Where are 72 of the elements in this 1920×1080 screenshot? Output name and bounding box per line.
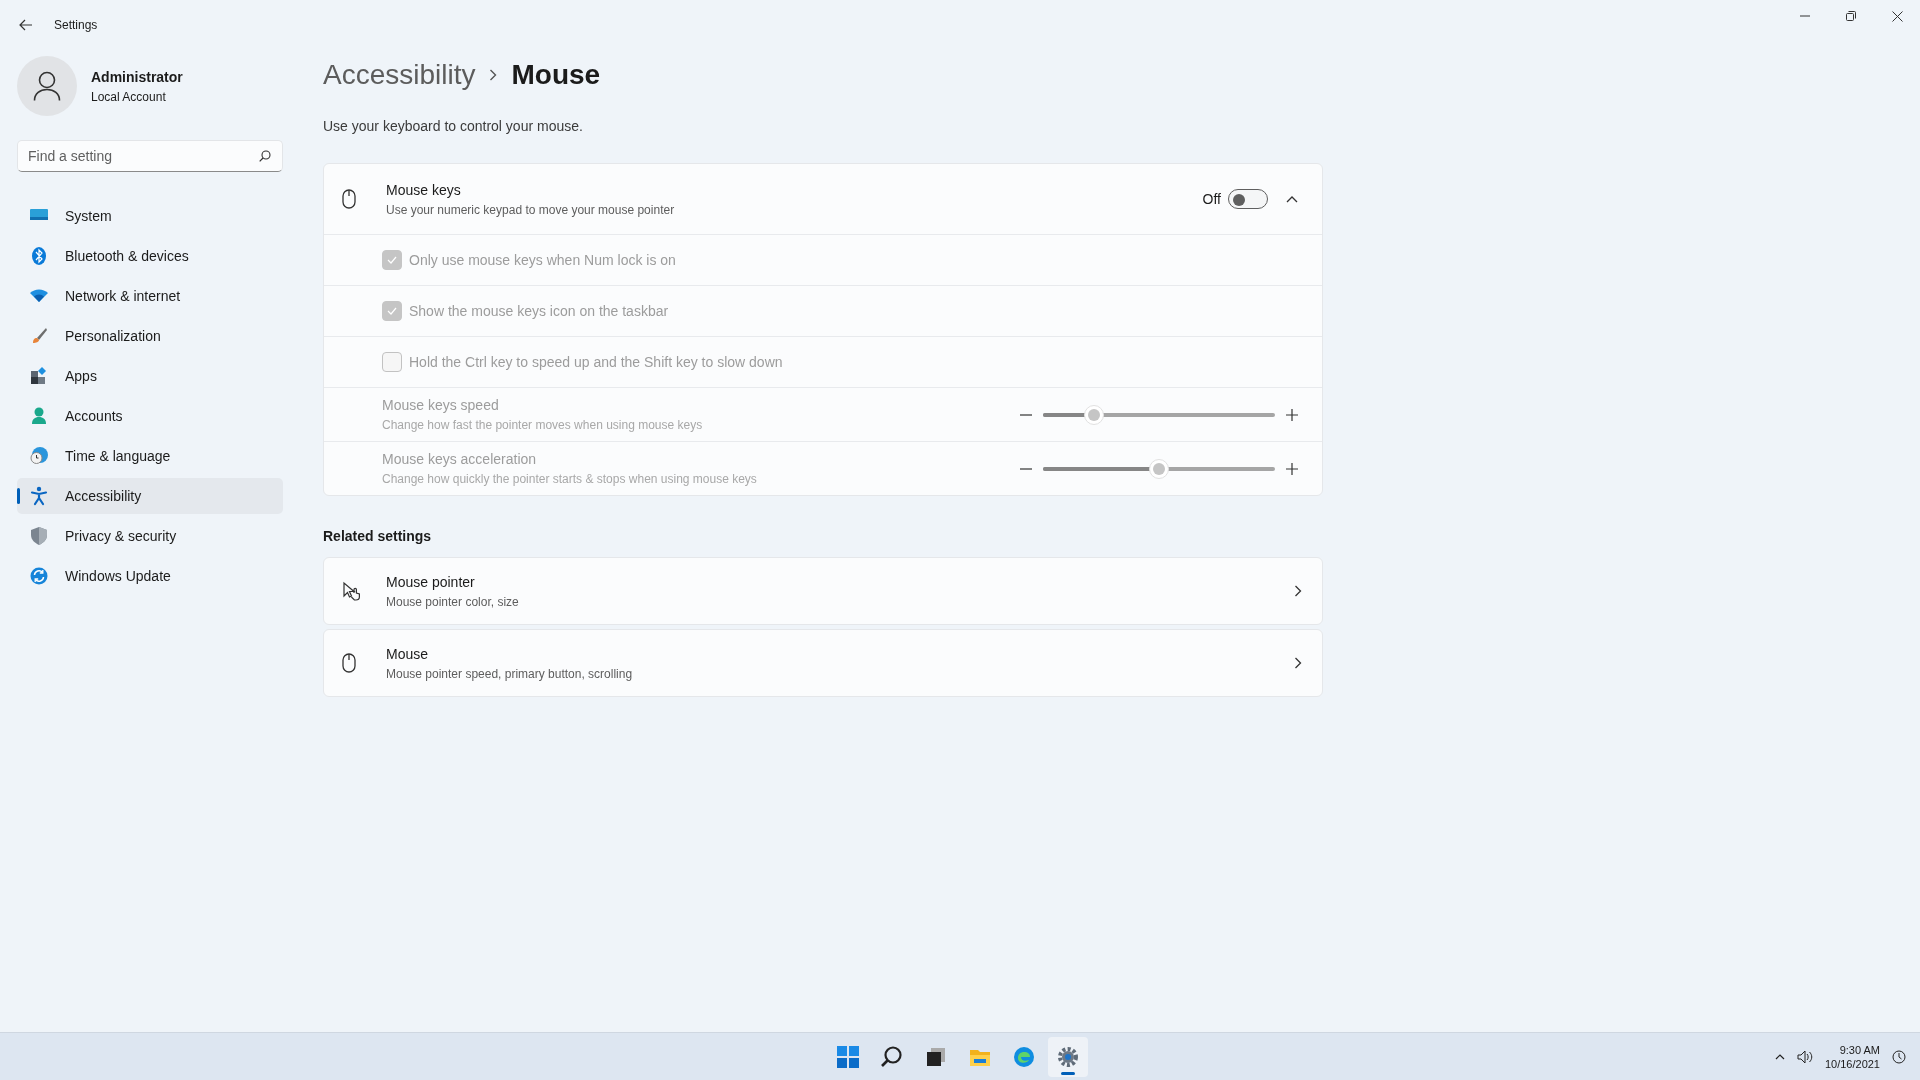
- back-arrow-icon: [19, 19, 33, 31]
- gear-icon: [1056, 1045, 1080, 1069]
- page-description: Use your keyboard to control your mouse.: [323, 117, 584, 136]
- sidebar-item[interactable]: System: [17, 198, 283, 234]
- search-icon: [259, 150, 271, 162]
- minimize-icon: [1800, 15, 1810, 17]
- clock-date[interactable]: 10/16/2021: [1824, 1057, 1880, 1071]
- toggle-state-label: Off: [1202, 189, 1221, 209]
- toggle-switch[interactable]: [1228, 189, 1268, 209]
- speaker-icon[interactable]: [1796, 1050, 1813, 1064]
- mouse-icon: [342, 189, 356, 209]
- related-setting-link[interactable]: Mouse Mouse pointer speed, primary button, scrolling: [323, 629, 1323, 697]
- sidebar-item[interactable]: Bluetooth & devices: [17, 238, 283, 274]
- chevron-right-icon: [1294, 657, 1302, 669]
- search-icon: [880, 1045, 904, 1069]
- window-title: Settings: [54, 17, 98, 34]
- bluetooth-icon: [29, 246, 49, 266]
- sidebar-item[interactable]: Windows Update: [17, 558, 283, 594]
- checkmark-icon: [387, 256, 397, 264]
- sidebar-item[interactable]: Privacy & security: [17, 518, 283, 554]
- chevron-right-icon: [489, 69, 498, 81]
- sidebar-item[interactable]: Accounts: [17, 398, 283, 434]
- chevron-up-icon: [1286, 195, 1298, 203]
- search-field[interactable]: Find a setting: [17, 140, 283, 172]
- sidebar-item[interactable]: Accessibility: [17, 478, 283, 514]
- setting-title: Mouse keys: [386, 180, 462, 200]
- checkbox-label: Only use mouse keys when Num lock is on: [409, 250, 676, 270]
- setting-description: Use your numeric keypad to move your mouse pointer: [386, 201, 676, 219]
- notification-icon[interactable]: [1892, 1050, 1906, 1064]
- page-title: Mouse: [511, 58, 601, 92]
- windows-logo-icon: [836, 1045, 860, 1069]
- sidebar-item[interactable]: Apps: [17, 358, 283, 394]
- chevron-up-icon[interactable]: [1774, 1054, 1785, 1060]
- related-setting-link[interactable]: Mouse pointer Mouse pointer color, size: [323, 557, 1323, 625]
- pointer-icon: [342, 581, 362, 601]
- setting-title: Mouse keys acceleration: [382, 450, 538, 469]
- slider[interactable]: [1043, 458, 1275, 479]
- plus-icon: [1286, 462, 1298, 475]
- setting-description: Change how quickly the pointer starts & stops when using mouse keys: [382, 471, 758, 488]
- checkmark-icon: [387, 307, 397, 315]
- minus-icon: [1020, 413, 1032, 416]
- user-name: Administrator: [91, 67, 183, 87]
- active-indicator: [1061, 1072, 1075, 1075]
- checkbox-label: Hold the Ctrl key to speed up and the Shift key to slow down: [409, 352, 783, 372]
- accessibility-icon: [29, 486, 49, 506]
- sidebar-item[interactable]: Time & language: [17, 438, 283, 474]
- person-icon: [29, 406, 49, 426]
- clock-time[interactable]: 9:30 AM: [1824, 1043, 1880, 1057]
- breadcrumb-link[interactable]: Accessibility: [323, 54, 476, 96]
- setting-description: Change how fast the pointer moves when using mouse keys: [382, 417, 704, 434]
- close-icon: [1891, 10, 1903, 22]
- sidebar-item[interactable]: Network & internet: [17, 278, 283, 314]
- plus-icon: [1286, 408, 1298, 421]
- person-icon: [33, 71, 61, 101]
- setting-title: Mouse keys speed: [382, 396, 500, 415]
- account-type: Local Account: [91, 88, 167, 106]
- globe-clock-icon: [29, 446, 49, 466]
- minus-icon: [1020, 467, 1032, 470]
- mouse-icon: [342, 653, 356, 673]
- chevron-right-icon: [1294, 585, 1302, 597]
- sync-icon: [29, 566, 49, 586]
- restore-icon: [1846, 11, 1856, 21]
- browser-icon: [1012, 1045, 1036, 1069]
- selection-indicator: [17, 488, 20, 504]
- section-heading: Related settings: [323, 527, 433, 546]
- shield-icon: [29, 526, 49, 546]
- settings-button[interactable]: [1048, 1037, 1088, 1077]
- checkbox-label: Show the mouse keys icon on the taskbar: [409, 301, 669, 321]
- sidebar-item[interactable]: Personalization: [17, 318, 283, 354]
- slider[interactable]: [1043, 404, 1275, 425]
- overlapping-squares-icon: [924, 1045, 948, 1069]
- apps-icon: [29, 366, 49, 386]
